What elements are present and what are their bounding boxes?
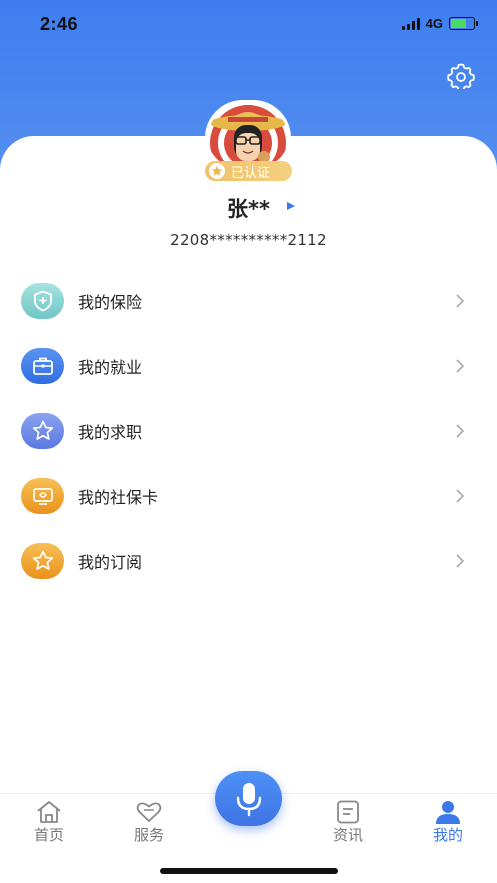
chevron-right-icon bbox=[456, 553, 465, 568]
home-icon bbox=[37, 801, 61, 823]
battery-icon bbox=[449, 17, 478, 30]
menu-label: 我的保险 bbox=[78, 292, 143, 312]
menu-item-insurance[interactable]: 我的保险 bbox=[0, 268, 497, 333]
tab-mine[interactable]: 我的 bbox=[418, 800, 478, 845]
badge-star-icon bbox=[209, 163, 225, 179]
tab-label: 服务 bbox=[133, 826, 164, 844]
name-caret-icon[interactable] bbox=[286, 201, 296, 211]
tab-news[interactable]: 资讯 bbox=[318, 800, 378, 845]
user-id-number: 2208**********2112 bbox=[170, 231, 327, 249]
menu-label: 我的社保卡 bbox=[78, 487, 159, 507]
briefcase-icon bbox=[21, 347, 64, 384]
chevron-right-icon bbox=[456, 488, 465, 503]
menu-item-social-security-card[interactable]: 我的社保卡 bbox=[0, 463, 497, 528]
shield-plus-icon bbox=[21, 282, 64, 319]
signal-icon bbox=[401, 17, 420, 30]
person-icon bbox=[436, 801, 460, 824]
chevron-right-icon bbox=[456, 293, 465, 308]
tab-label: 首页 bbox=[33, 826, 64, 844]
settings-gear-icon[interactable] bbox=[447, 61, 475, 89]
menu-label: 我的就业 bbox=[78, 357, 143, 377]
status-time: 2:46 bbox=[40, 14, 79, 34]
home-indicator bbox=[160, 868, 338, 874]
network-type: 4G bbox=[425, 16, 443, 31]
voice-button[interactable] bbox=[215, 771, 282, 826]
menu-item-job-search[interactable]: 我的求职 bbox=[0, 398, 497, 463]
news-icon bbox=[337, 800, 359, 824]
status-indicators: 4G bbox=[401, 16, 478, 31]
star-icon bbox=[21, 412, 64, 449]
menu-item-employment[interactable]: 我的就业 bbox=[0, 333, 497, 398]
menu-item-subscriptions[interactable]: 我的订阅 bbox=[0, 528, 497, 593]
chevron-right-icon bbox=[456, 423, 465, 438]
badge-label: 已认证 bbox=[231, 165, 271, 181]
heart-icon bbox=[136, 802, 162, 822]
menu-label: 我的订阅 bbox=[78, 552, 143, 572]
microphone-icon bbox=[236, 782, 261, 816]
chevron-right-icon bbox=[456, 358, 465, 373]
tab-services[interactable]: 服务 bbox=[119, 800, 179, 845]
verified-badge: 已认证 bbox=[205, 161, 292, 181]
star-icon bbox=[21, 542, 64, 579]
user-name: 张** bbox=[227, 197, 270, 221]
avatar-image bbox=[205, 100, 291, 170]
status-bar: 2:46 4G bbox=[0, 0, 497, 48]
menu-label: 我的求职 bbox=[78, 422, 143, 442]
card-icon bbox=[21, 477, 64, 514]
tab-label: 我的 bbox=[432, 826, 463, 844]
tab-home[interactable]: 首页 bbox=[19, 800, 79, 845]
profile-menu: 我的保险 我的就业 我的求职 我的社保卡 我的订阅 bbox=[0, 268, 497, 593]
tab-label: 资讯 bbox=[332, 826, 363, 844]
